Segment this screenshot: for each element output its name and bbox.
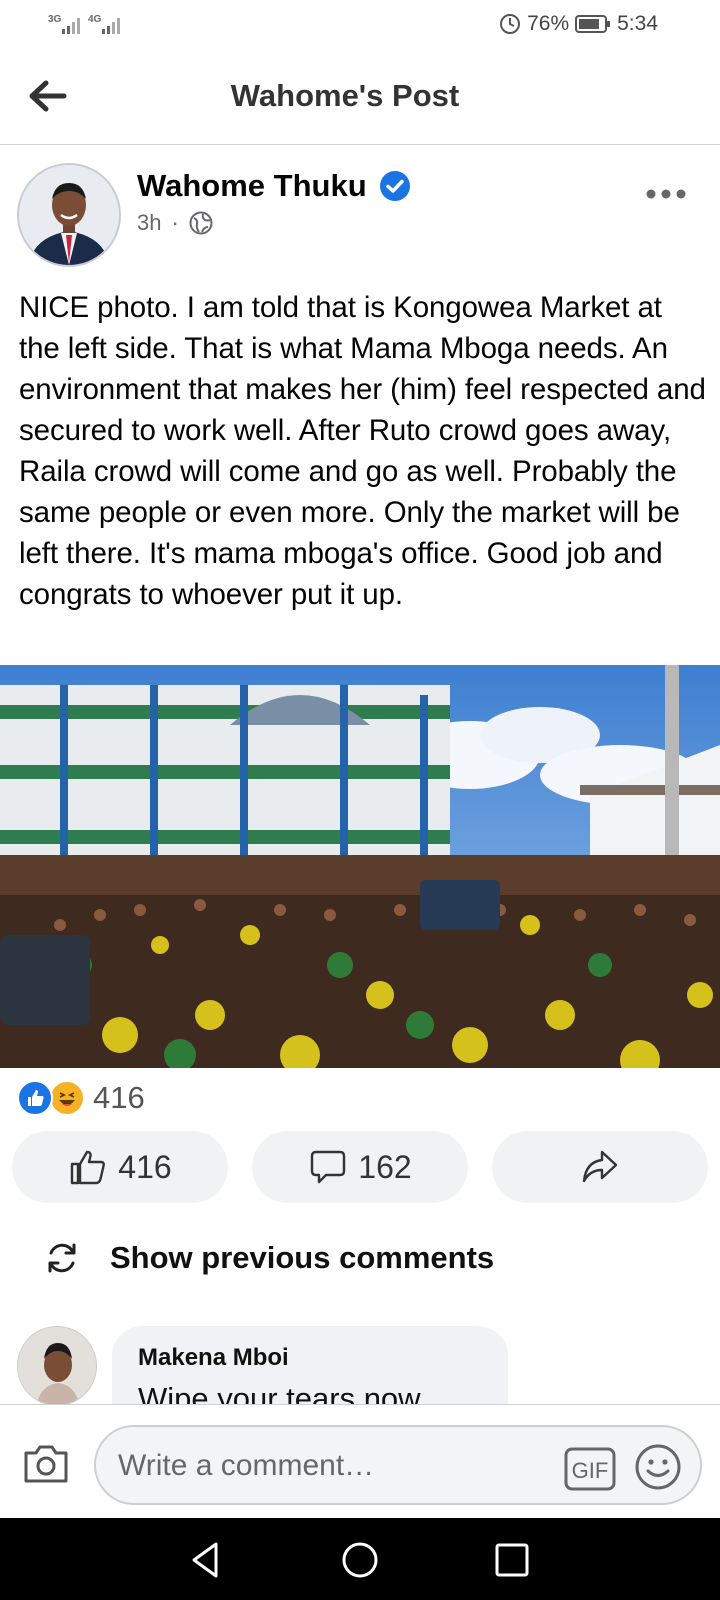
thumbs-up-icon (71, 1150, 106, 1185)
haha-reaction-icon (49, 1080, 85, 1116)
globe-icon (189, 211, 213, 235)
comment-icon (311, 1150, 346, 1184)
post-time[interactable]: 3h (137, 210, 161, 236)
comment-placeholder: Write a comment… (118, 1449, 375, 1482)
post-actions: 416 162 (12, 1131, 708, 1203)
system-nav-bar (0, 1518, 720, 1600)
author-name[interactable]: Wahome Thuku (137, 168, 367, 204)
comment-text: Wipe your tears now... (138, 1381, 445, 1406)
author-name-row: Wahome Thuku (137, 168, 411, 204)
status-right: 76% 5:34 (499, 12, 658, 36)
post-photo[interactable] (0, 665, 720, 1068)
post-header: Wahome's Post (0, 50, 720, 145)
data-saver-icon (500, 14, 521, 34)
clock: 5:34 (617, 12, 658, 35)
reactions-count: 416 (93, 1080, 145, 1115)
reactions-summary[interactable]: 416 (17, 1078, 145, 1118)
gif-icon[interactable]: GIF (564, 1447, 616, 1491)
show-previous-label: Show previous comments (110, 1240, 495, 1275)
battery-icon (575, 15, 611, 33)
share-arrow-icon (582, 1150, 618, 1183)
like-button[interactable]: 416 (12, 1131, 228, 1203)
comment-count: 162 (358, 1148, 412, 1185)
more-options-icon[interactable] (646, 186, 686, 202)
author-avatar[interactable] (17, 163, 121, 267)
comment-input[interactable]: Write a comment… GIF (94, 1425, 702, 1505)
commenter-photo (18, 1327, 96, 1405)
comment-button[interactable]: 162 (252, 1131, 468, 1203)
meta-separator: · (171, 210, 179, 235)
battery-percent: 76% (527, 12, 570, 35)
comment-author[interactable]: Makena Mboi (138, 1344, 289, 1372)
comment-bubble[interactable]: Makena Mboi Wipe your tears now... (112, 1326, 508, 1406)
camera-icon[interactable] (22, 1441, 70, 1485)
gif-label: GIF (572, 1458, 609, 1483)
crowd-at-market-image (0, 665, 720, 1068)
nav-home-icon[interactable] (340, 1540, 380, 1580)
nav-recents-icon[interactable] (492, 1540, 532, 1580)
post-text: NICE photo. I am told that is Kongowea M… (19, 291, 706, 611)
comment-composer: Write a comment… GIF (0, 1404, 720, 1518)
share-button[interactable] (492, 1131, 708, 1203)
post-meta: 3h · (137, 210, 213, 236)
verified-badge-icon (379, 171, 410, 201)
show-previous-comments[interactable]: Show previous comments (44, 1240, 494, 1276)
profile-photo (19, 165, 119, 265)
signal-bars-icon (62, 18, 80, 34)
signal-bars-icon (102, 18, 120, 34)
status-bar: 3G 4G 76% 5:34 (48, 12, 658, 36)
commenter-avatar[interactable] (17, 1326, 97, 1406)
like-count: 416 (118, 1148, 172, 1185)
page-title: Wahome's Post (230, 78, 460, 113)
emoji-icon[interactable] (634, 1443, 682, 1491)
refresh-icon (48, 1243, 76, 1273)
nav-back-icon[interactable] (186, 1540, 226, 1580)
like-reaction-icon (17, 1080, 53, 1116)
